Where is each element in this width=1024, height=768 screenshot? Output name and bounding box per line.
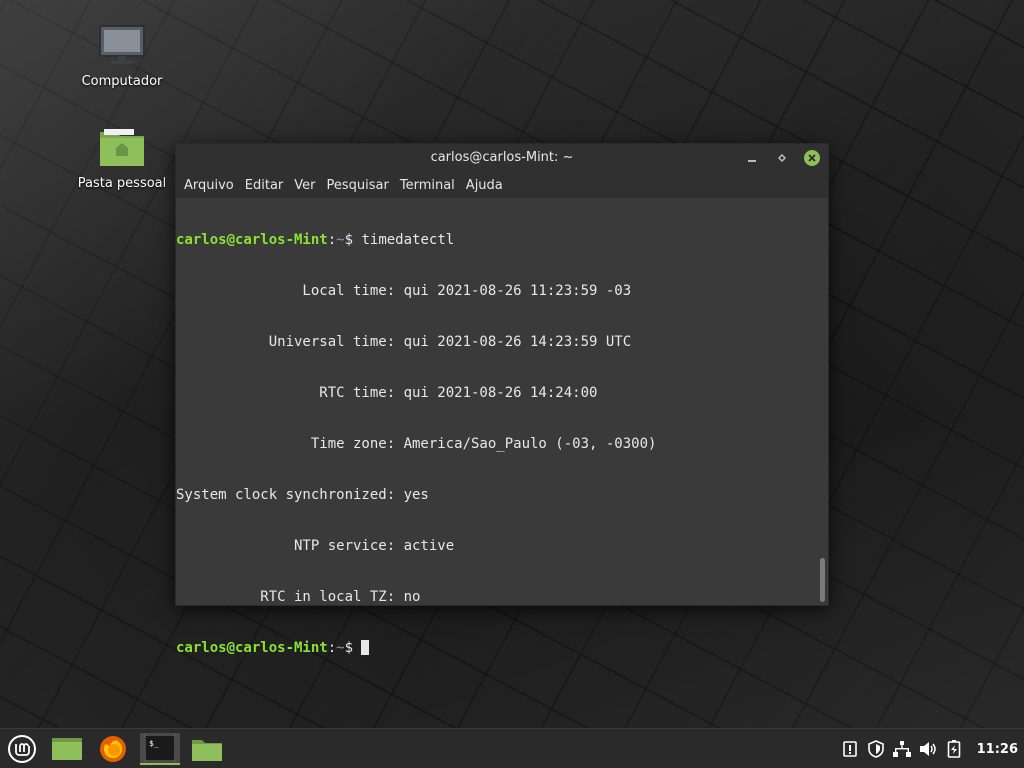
update-icon[interactable] [839,738,861,760]
menu-terminal[interactable]: Terminal [396,178,459,193]
files-button[interactable] [188,733,226,765]
terminal-output[interactable]: carlos@carlos-Mint:~$ timedatectl Local … [176,198,828,656]
terminal-window[interactable]: carlos@carlos-Mint: ~ Arquivo Editar Ver… [175,143,829,656]
output-line: System clock synchronized: yes [176,487,429,503]
network-icon[interactable] [891,738,913,760]
scrollbar[interactable] [820,558,825,602]
menu-ajuda[interactable]: Ajuda [462,178,507,193]
minimize-button[interactable] [744,150,760,166]
terminal-icon: $_ [145,735,175,761]
shield-icon[interactable] [865,738,887,760]
terminal-button[interactable]: $_ [140,733,180,765]
computer-icon [72,24,172,70]
menu-editar[interactable]: Editar [241,178,288,193]
firefox-icon [100,736,126,762]
desktop-icon-computer[interactable]: Computador [72,24,172,89]
prompt-path: ~ [336,232,345,248]
prompt-symbol: $ [344,640,354,656]
prompt-line: carlos@carlos-Mint:~$ [176,640,828,657]
output-line: RTC time: qui 2021-08-26 14:24:00 [176,385,598,401]
output-line: NTP service: active [176,538,455,554]
battery-icon[interactable] [943,738,965,760]
system-tray: 11:26 [839,729,1024,768]
taskbar: $_ 11:26 [0,728,1024,768]
home-folder-icon [72,126,172,172]
window-titlebar[interactable]: carlos@carlos-Mint: ~ [176,144,828,172]
output-line: Universal time: qui 2021-08-26 14:23:59 … [176,334,632,350]
desktop-icon [52,738,82,760]
text-cursor [361,640,370,655]
prompt-user: carlos@carlos-Mint [176,232,328,248]
minimize-icon [748,160,756,162]
prompt-user: carlos@carlos-Mint [176,640,328,656]
show-desktop-button[interactable] [48,733,86,765]
output-line: Local time: qui 2021-08-26 11:23:59 -03 [176,283,632,299]
window-title: carlos@carlos-Mint: ~ [430,150,574,165]
close-button[interactable] [804,150,820,166]
maximize-icon [778,154,786,162]
menubar: Arquivo Editar Ver Pesquisar Terminal Aj… [176,172,828,198]
desktop-icon-label: Pasta pessoal [77,176,167,191]
svg-text:$_: $_ [149,739,159,748]
menu-button[interactable] [4,733,40,765]
folder-icon [192,740,222,761]
menu-arquivo[interactable]: Arquivo [180,178,238,193]
output-line: RTC in local TZ: no [176,589,421,605]
firefox-button[interactable] [94,733,132,765]
clock[interactable]: 11:26 [977,742,1018,757]
desktop-icon-label: Computador [81,74,163,89]
command-line: carlos@carlos-Mint:~$ timedatectl [176,232,455,248]
output-line: Time zone: America/Sao_Paulo (-03, -0300… [176,436,657,452]
prompt-symbol: $ [344,232,354,248]
maximize-button[interactable] [774,150,790,166]
close-icon [808,154,816,162]
mint-logo-icon [8,735,36,763]
menu-pesquisar[interactable]: Pesquisar [323,178,393,193]
desktop-icon-home[interactable]: Pasta pessoal [72,126,172,191]
volume-icon[interactable] [917,738,939,760]
menu-ver[interactable]: Ver [290,178,319,193]
window-controls [744,144,820,172]
prompt-path: ~ [336,640,345,656]
command-text: timedatectl [361,232,455,248]
